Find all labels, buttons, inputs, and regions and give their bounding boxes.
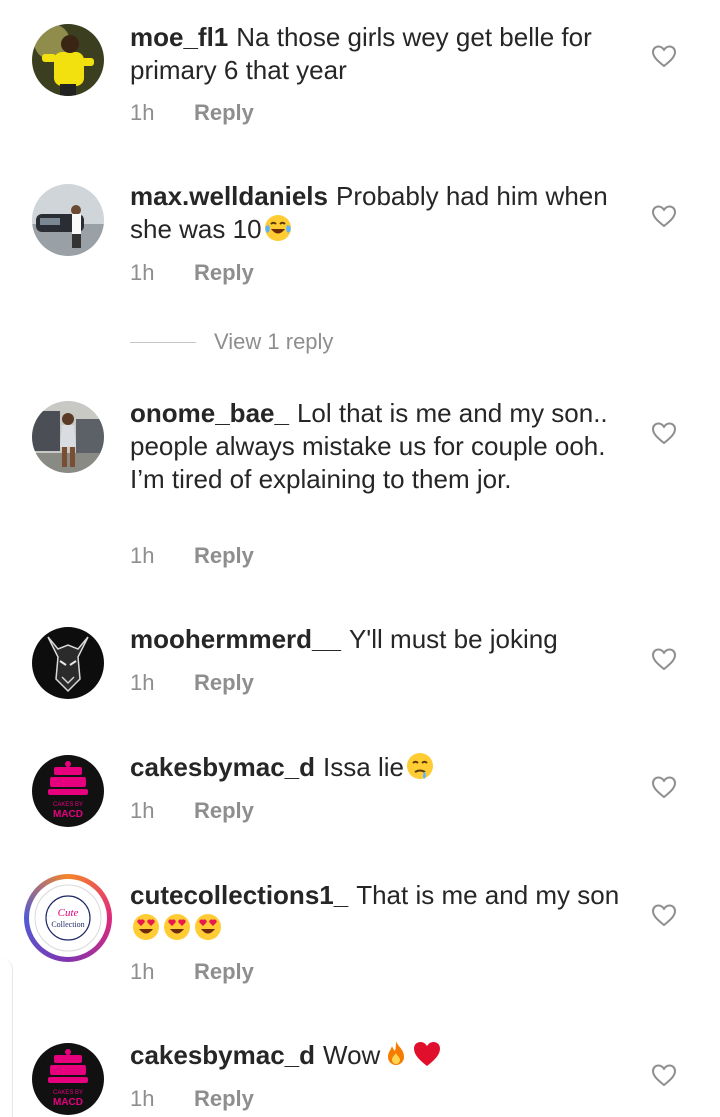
comment-meta: 1h Reply <box>130 543 254 569</box>
svg-text:Collection: Collection <box>51 920 84 929</box>
drooling-face-emoji <box>405 751 435 781</box>
avatar[interactable]: CAKES BY MACD <box>32 755 104 827</box>
avatar[interactable]: CAKES BY MACD <box>32 1043 104 1115</box>
reply-button[interactable]: Reply <box>194 959 254 984</box>
heart-eyes-emoji <box>162 912 192 942</box>
like-heart-icon[interactable] <box>651 775 677 799</box>
view-replies-label: View 1 reply <box>214 329 334 354</box>
comment-text-block: moe_fl1 Na those girls wey get belle for … <box>130 21 630 87</box>
like-heart-icon[interactable] <box>651 903 677 927</box>
avatar[interactable] <box>32 184 104 256</box>
avatar[interactable] <box>32 401 104 473</box>
comment-meta: 1h Reply <box>130 260 254 286</box>
like-heart-icon[interactable] <box>651 421 677 445</box>
red-heart-emoji <box>412 1039 442 1069</box>
comment-text-block: cakesbymac_d Issa lie <box>130 751 630 784</box>
avatar-story-ring[interactable]: Cute Collection <box>24 874 112 962</box>
like-heart-icon[interactable] <box>651 1063 677 1087</box>
view-replies-button[interactable]: View 1 reply <box>130 326 333 358</box>
comment-meta: 1h Reply <box>130 959 254 985</box>
reply-button[interactable]: Reply <box>194 100 254 125</box>
comment-text: Wow <box>323 1040 381 1070</box>
comment-time: 1h <box>130 670 155 695</box>
svg-text:MACD: MACD <box>53 809 83 820</box>
comment-time: 1h <box>130 1086 155 1111</box>
avatar[interactable] <box>32 24 104 96</box>
comment-meta: 1h Reply <box>130 100 254 126</box>
like-heart-icon[interactable] <box>651 204 677 228</box>
svg-text:Cute: Cute <box>58 907 79 919</box>
fire-emoji <box>381 1039 411 1069</box>
comment-meta: 1h Reply <box>130 670 254 696</box>
comment-time: 1h <box>130 798 155 823</box>
svg-text:MACD: MACD <box>53 1097 83 1108</box>
comment-username[interactable]: onome_bae_ <box>130 398 289 428</box>
heart-eyes-emoji <box>131 912 161 942</box>
comment-username[interactable]: moe_fl1 <box>130 22 228 52</box>
comment-username[interactable]: max.welldaniels <box>130 181 328 211</box>
reply-button[interactable]: Reply <box>194 1086 254 1111</box>
avatar[interactable] <box>32 627 104 699</box>
comment-text-block: cakesbymac_d Wow <box>130 1039 630 1072</box>
reply-button[interactable]: Reply <box>194 260 254 285</box>
reply-button[interactable]: Reply <box>194 670 254 695</box>
avatar-image <box>32 24 104 96</box>
tears-of-joy-emoji <box>263 213 293 243</box>
comment-text: Y'll must be joking <box>348 624 558 654</box>
comment-username[interactable]: cutecollections1_ <box>130 880 348 910</box>
like-heart-icon[interactable] <box>651 647 677 671</box>
comment-time: 1h <box>130 959 155 984</box>
comment-username[interactable]: moohermmerd__ <box>130 624 341 654</box>
cakesbymacd-logo: CAKES BY MACD <box>32 755 104 827</box>
comment-text-block: max.welldaniels Probably had him when she… <box>130 180 630 246</box>
comment-text-block: moohermmerd__ Y'll must be joking <box>130 623 630 656</box>
comment-text: Issa lie <box>323 752 404 782</box>
comment-meta: 1h Reply <box>130 798 254 824</box>
comment-text-block: cutecollections1_ That is me and my son <box>130 879 630 945</box>
comment-username[interactable]: cakesbymac_d <box>130 1040 315 1070</box>
comment-meta: 1h Reply <box>130 1086 254 1112</box>
svg-text:CAKES BY: CAKES BY <box>53 1090 83 1096</box>
partial-panel-edge <box>0 958 13 1117</box>
comment-text: That is me and my son <box>356 880 620 910</box>
comment-text-block: onome_bae_ Lol that is me and my son.. pe… <box>130 397 630 496</box>
svg-text:CAKES BY: CAKES BY <box>53 802 83 808</box>
comment-time: 1h <box>130 260 155 285</box>
avatar-image <box>32 184 104 256</box>
cakesbymacd-logo: CAKES BY MACD <box>32 1043 104 1115</box>
reply-button[interactable]: Reply <box>194 543 254 568</box>
avatar-image <box>32 627 104 699</box>
comment-time: 1h <box>130 100 155 125</box>
cute-collection-logo: Cute Collection <box>34 884 102 952</box>
heart-eyes-emoji <box>193 912 223 942</box>
avatar: Cute Collection <box>29 879 107 957</box>
like-heart-icon[interactable] <box>651 44 677 68</box>
comment-time: 1h <box>130 543 155 568</box>
avatar-image <box>32 401 104 473</box>
reply-button[interactable]: Reply <box>194 798 254 823</box>
comment-username[interactable]: cakesbymac_d <box>130 752 315 782</box>
divider-line <box>130 341 196 343</box>
